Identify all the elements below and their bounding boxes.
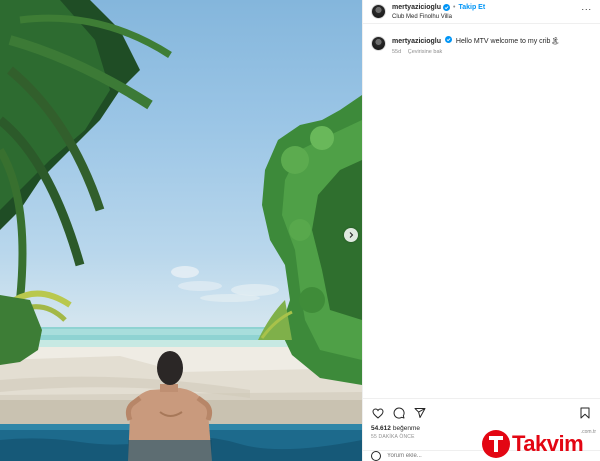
- next-photo-button[interactable]: [344, 228, 358, 242]
- takvim-watermark: Takvim .com.tr: [482, 427, 598, 461]
- save-button[interactable]: [578, 406, 592, 420]
- caption-age: 55d: [392, 49, 402, 55]
- post-caption: mertyazicioglu Hello MTV welcome to my c…: [363, 24, 600, 55]
- emoji-icon[interactable]: [371, 451, 381, 461]
- follow-button[interactable]: Takip Et: [458, 4, 485, 11]
- chevron-right-icon: [349, 232, 354, 238]
- caption-line: mertyazicioglu Hello MTV welcome to my c…: [392, 36, 559, 46]
- location-link[interactable]: Club Med Finolhu Villa: [392, 14, 485, 20]
- translate-link[interactable]: Çevirisine bak: [408, 49, 443, 55]
- caption-avatar[interactable]: [371, 36, 386, 51]
- action-icons-row: [371, 405, 592, 421]
- watermark-sub: .com.tr: [580, 429, 596, 435]
- verified-badge-icon: [444, 36, 452, 43]
- caption-username[interactable]: mertyazicioglu: [392, 38, 441, 45]
- caption-body: mertyazicioglu Hello MTV welcome to my c…: [392, 36, 559, 55]
- share-button[interactable]: [413, 406, 427, 420]
- post-header-row: mertyazicioglu • Takip Et: [392, 4, 485, 11]
- bookmark-icon: [580, 407, 590, 419]
- like-button[interactable]: [371, 406, 385, 420]
- watermark-text: Takvim: [512, 431, 584, 456]
- likes-number: 54.612: [371, 425, 391, 432]
- likes-label: beğenme: [392, 425, 420, 432]
- post-header: mertyazicioglu • Takip Et Club Med Finol…: [363, 0, 600, 24]
- username-link[interactable]: mertyazicioglu: [392, 4, 441, 11]
- avatar[interactable]: [371, 4, 386, 19]
- more-options-button[interactable]: ...: [581, 3, 592, 12]
- caption-text: Hello MTV welcome to my crib🏝: [455, 38, 560, 45]
- post-photo[interactable]: [0, 0, 362, 461]
- separator-dot: •: [453, 4, 456, 11]
- comment-button[interactable]: [392, 406, 406, 420]
- post-side-panel: mertyazicioglu • Takip Et Club Med Finol…: [362, 0, 600, 461]
- verified-badge-icon: [443, 4, 451, 11]
- paper-plane-icon: [414, 408, 426, 418]
- beach-scene-image: [0, 0, 362, 461]
- takvim-logo-icon: [482, 430, 510, 458]
- comment-bubble-icon: [393, 407, 405, 419]
- heart-icon: [372, 407, 384, 419]
- caption-meta: 55d Çevirisine bak: [392, 49, 559, 55]
- post-header-text: mertyazicioglu • Takip Et Club Med Finol…: [392, 4, 485, 20]
